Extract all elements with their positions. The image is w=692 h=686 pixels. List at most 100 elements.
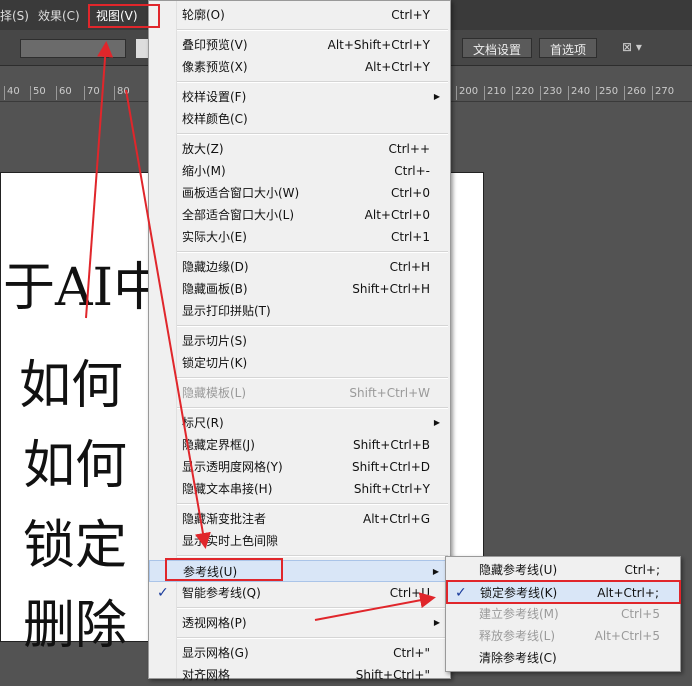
style-dropdown[interactable] [20,39,126,58]
text-line: 于AI中 [3,258,166,318]
menu-item-shortcut: Alt+Ctrl+G [362,512,430,526]
menu-separator [149,78,450,86]
menu-item-shortcut: Ctrl+1 [390,230,430,244]
menu-item-label: 像素预览(X) [182,60,248,74]
menu-item[interactable]: 锁定切片(K) [149,352,450,374]
menu-item-shortcut: Shift+Ctrl+B [353,438,430,452]
menu-item[interactable]: 全部适合窗口大小(L) Alt+Ctrl+0 [149,204,450,226]
menu-item-label: 锁定切片(K) [182,356,248,370]
menu-item: 隐藏模板(L) Shift+Ctrl+W [149,382,450,404]
menu-item-label: 校样颜色(C) [182,112,248,126]
ruler-tick: 200 [456,86,478,100]
menu-item[interactable]: 显示切片(S) [149,330,450,352]
menu-item-label: 释放参考线(L) [479,629,556,643]
menu-item-shortcut: Ctrl+5 [620,607,660,621]
ruler-tick: 270 [652,86,674,100]
menu-item[interactable]: 隐藏文本串接(H) Shift+Ctrl+Y [149,478,450,500]
submenu-arrow-icon: ▶ [433,92,440,101]
menu-item-shortcut: Alt+Shift+Ctrl+Y [327,38,430,52]
menu-item-label: 叠印预览(V) [182,38,248,52]
check-icon: ✓ [157,585,169,601]
ruler-tick: 70 [84,86,100,100]
menu-item-shortcut: Ctrl+- [394,164,430,178]
text-line: 删除 [23,596,128,656]
menu-item[interactable]: 透视网格(P) ▶ [149,612,450,634]
menu-item-label: 透视网格(P) [182,616,247,630]
submenu-arrow-icon: ▶ [433,418,440,427]
menu-item-shortcut: Alt+Ctrl+5 [594,629,660,643]
ruler-tick: 240 [568,86,590,100]
menu-item[interactable]: 放大(Z) Ctrl++ [149,138,450,160]
menu-item-label: 标尺(R) [182,416,224,430]
menu-item[interactable]: 显示打印拼贴(T) [149,300,450,322]
menu-item[interactable]: 隐藏渐变批注者 Alt+Ctrl+G [149,508,450,530]
menu-item[interactable]: 显示透明度网格(Y) Shift+Ctrl+D [149,456,450,478]
menu-item[interactable]: 轮廓(O) Ctrl+Y [149,4,450,26]
menu-item-label: 缩小(M) [182,164,226,178]
menu-item-label: 建立参考线(M) [479,607,559,621]
arrange-icon[interactable]: ⊠ ▾ [622,40,642,54]
menu-item-shortcut: Ctrl+Y [391,8,430,22]
menu-item-shortcut: Shift+Ctrl+Y [353,482,430,496]
menu-item[interactable]: 叠印预览(V) Alt+Shift+Ctrl+Y [149,34,450,56]
menu-item-shortcut: Ctrl+; [624,563,660,577]
menu-item[interactable]: 隐藏画板(B) Shift+Ctrl+H [149,278,450,300]
guides-submenu: 隐藏参考线(U) Ctrl+; ✓ 锁定参考线(K) Alt+Ctrl+; 建立参考线(M… [445,556,681,672]
ruler-tick: 40 [4,86,20,100]
doc-settings-button[interactable]: 文档设置 [462,38,533,58]
menu-item[interactable]: ✓ 智能参考线(Q) Ctrl+U [149,582,450,604]
menu-separator [149,26,450,34]
menu-item-shortcut: Shift+Ctrl+" [355,668,430,682]
menu-item[interactable]: 隐藏参考线(U) Ctrl+; [446,559,680,581]
menu-item[interactable]: 对齐网格 Shift+Ctrl+" [149,664,450,686]
menu-item-label: 隐藏边缘(D) [182,260,249,274]
menu-effect[interactable]: 效果(C) [38,7,80,24]
ruler-tick: 230 [540,86,562,100]
menu-separator [149,374,450,382]
menu-item-shortcut: Ctrl+U [389,586,430,600]
menu-item[interactable]: 校样颜色(C) [149,108,450,130]
menu-separator [149,404,450,412]
menu-item[interactable]: 缩小(M) Ctrl+- [149,160,450,182]
menu-item-label: 轮廓(O) [182,8,225,22]
menu-item[interactable]: 画板适合窗口大小(W) Ctrl+0 [149,182,450,204]
menu-item[interactable]: 显示实时上色间隙 [149,530,450,552]
text-line: 如何 [23,436,128,496]
menu-item[interactable]: 隐藏定界框(J) Shift+Ctrl+B [149,434,450,456]
submenu-arrow-icon: ▶ [432,567,439,576]
menu-item-shortcut: Ctrl+" [393,646,430,660]
menu-item-shortcut: Shift+Ctrl+D [352,460,430,474]
menu-select[interactable]: 择(S) [0,7,29,24]
highlight-box-guides [165,558,283,581]
menu-item-label: 实际大小(E) [182,230,247,244]
menu-item-label: 隐藏画板(B) [182,282,248,296]
ruler-tick: 250 [596,86,618,100]
menu-item-label: 清除参考线(C) [479,651,557,665]
menu-item[interactable]: 显示网格(G) Ctrl+" [149,642,450,664]
menu-item-label: 隐藏参考线(U) [479,563,558,577]
menu-item: 建立参考线(M) Ctrl+5 [446,603,680,625]
ruler-tick: 60 [56,86,72,100]
menu-item-label: 全部适合窗口大小(L) [182,208,295,222]
ruler-tick: 50 [30,86,46,100]
menu-item[interactable]: 校样设置(F) ▶ [149,86,450,108]
ruler-tick: 80 [114,86,130,100]
menu-item-label: 隐藏模板(L) [182,386,247,400]
menu-item[interactable]: 实际大小(E) Ctrl+1 [149,226,450,248]
preferences-button[interactable]: 首选项 [539,38,598,58]
menu-item[interactable]: 标尺(R) ▶ [149,412,450,434]
text-line: 如何 [19,356,124,416]
menu-item[interactable]: 隐藏边缘(D) Ctrl+H [149,256,450,278]
menu-item-label: 隐藏文本串接(H) [182,482,273,496]
menu-separator [149,248,450,256]
ruler-tick: 260 [624,86,646,100]
menu-separator [149,500,450,508]
menu-separator [149,130,450,138]
menu-item-label: 画板适合窗口大小(W) [182,186,300,200]
ruler-tick: 220 [512,86,534,100]
menu-item[interactable]: 清除参考线(C) [446,647,680,669]
menu-item-label: 显示透明度网格(Y) [182,460,283,474]
menu-item[interactable]: 像素预览(X) Alt+Ctrl+Y [149,56,450,78]
text-line: 锁定 [23,516,128,576]
menu-item-label: 智能参考线(Q) [182,586,261,600]
